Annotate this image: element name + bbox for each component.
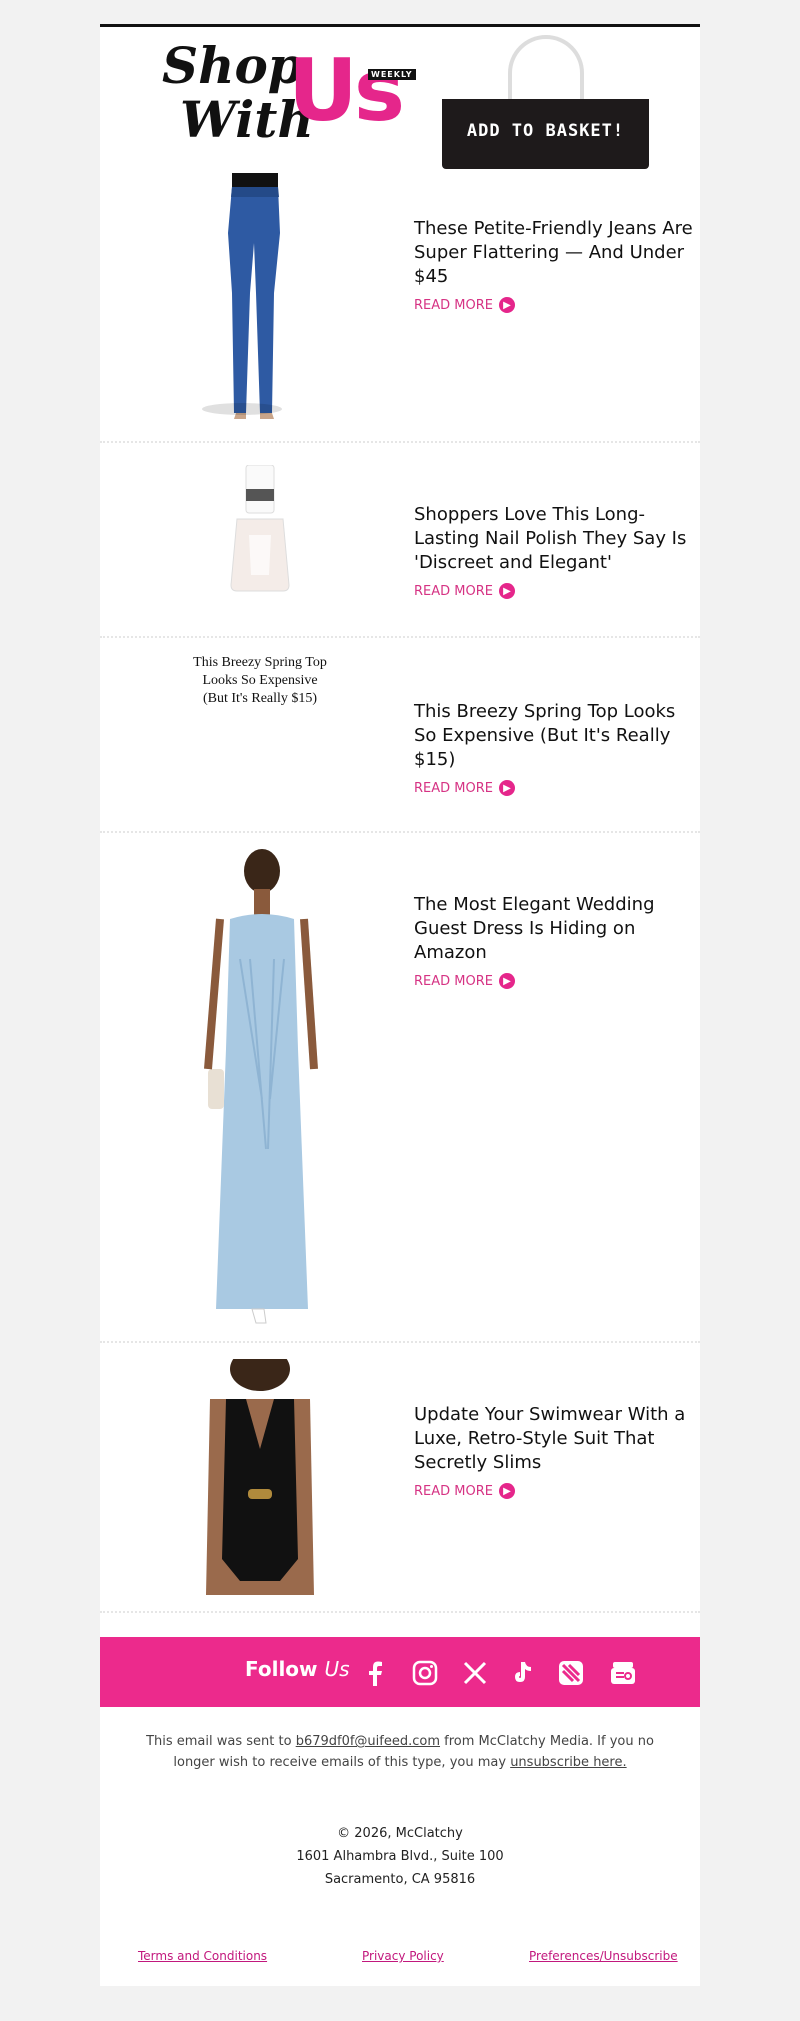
follow-word: Follow <box>245 1657 318 1681</box>
chevron-right-icon: ▶ <box>498 1483 515 1499</box>
broken-image-alt[interactable]: This Breezy Spring Top Looks So Expensiv… <box>190 654 330 708</box>
read-more-link[interactable]: READ MORE ▶ <box>414 973 515 989</box>
article-item: Update Your Swimwear With a Luxe, Retro-… <box>100 1343 700 1613</box>
add-to-basket-label: ADD TO BASKET! <box>466 121 625 141</box>
email-header: Shop With Us WEEKLY ADD TO BASKET! <box>100 27 700 173</box>
read-more-label: READ MORE <box>414 973 493 989</box>
jeans-image[interactable] <box>180 173 330 423</box>
article-title[interactable]: Shoppers Love This Long-Lasting Nail Pol… <box>414 503 700 575</box>
read-more-link[interactable]: READ MORE ▶ <box>414 780 515 796</box>
us-logo: Us <box>288 41 405 141</box>
read-more-label: READ MORE <box>414 583 493 599</box>
privacy-link[interactable]: Privacy Policy <box>362 1949 444 1963</box>
chevron-right-icon: ▶ <box>498 973 515 989</box>
copyright-text: © 2026, McClatchy <box>337 1826 463 1841</box>
read-more-label: READ MORE <box>414 1483 493 1499</box>
email-sheet: Shop With Us WEEKLY ADD TO BASKET! These… <box>100 24 700 1986</box>
article-item: These Petite-Friendly Jeans Are Super Fl… <box>100 173 700 443</box>
footer-notice: This email was sent to b679df0f@uifeed.c… <box>132 1731 668 1773</box>
read-more-link[interactable]: READ MORE ▶ <box>414 583 515 599</box>
article-title[interactable]: These Petite-Friendly Jeans Are Super Fl… <box>414 217 700 289</box>
article-item: The Most Elegant Wedding Guest Dress Is … <box>100 833 700 1343</box>
chevron-right-icon: ▶ <box>498 583 515 599</box>
article-item: This Breezy Spring Top Looks So Expensiv… <box>100 638 700 833</box>
swimsuit-image[interactable] <box>190 1359 330 1595</box>
read-more-link[interactable]: READ MORE ▶ <box>414 297 515 313</box>
nail-polish-image[interactable] <box>225 465 295 595</box>
google-news-icon[interactable] <box>608 1658 638 1688</box>
article-title[interactable]: This Breezy Spring Top Looks So Expensiv… <box>414 700 700 772</box>
terms-link[interactable]: Terms and Conditions <box>138 1949 267 1963</box>
address-line-1: 1601 Alhambra Blvd., Suite 100 <box>296 1849 504 1864</box>
article-title[interactable]: Update Your Swimwear With a Luxe, Retro-… <box>414 1403 700 1475</box>
read-more-label: READ MORE <box>414 780 493 796</box>
follow-bar: Follow Us <box>100 1637 700 1707</box>
article-title[interactable]: The Most Elegant Wedding Guest Dress Is … <box>414 893 700 965</box>
facebook-icon[interactable] <box>360 1658 390 1688</box>
read-more-link[interactable]: READ MORE ▶ <box>414 1483 515 1499</box>
company-address: © 2026, McClatchy 1601 Alhambra Blvd., S… <box>100 1822 700 1891</box>
x-icon[interactable] <box>460 1658 490 1688</box>
preferences-link[interactable]: Preferences/Unsubscribe <box>529 1949 678 1963</box>
notice-prefix: This email was sent to <box>146 1734 292 1749</box>
dress-image[interactable] <box>190 849 330 1325</box>
follow-brand: Us <box>324 1657 350 1681</box>
instagram-icon[interactable] <box>410 1658 440 1688</box>
chevron-right-icon: ▶ <box>498 297 515 313</box>
address-line-2: Sacramento, CA 95816 <box>324 1872 476 1887</box>
apple-news-icon[interactable] <box>556 1658 586 1688</box>
weekly-badge: WEEKLY <box>368 69 416 80</box>
chevron-right-icon: ▶ <box>498 780 515 796</box>
email-link[interactable]: b679df0f@uifeed.com <box>296 1734 440 1749</box>
follow-us-label: Follow Us <box>245 1657 350 1681</box>
read-more-label: READ MORE <box>414 297 493 313</box>
tiktok-icon[interactable] <box>508 1658 538 1688</box>
article-item: Shoppers Love This Long-Lasting Nail Pol… <box>100 443 700 638</box>
unsubscribe-link[interactable]: unsubscribe here. <box>510 1755 626 1770</box>
